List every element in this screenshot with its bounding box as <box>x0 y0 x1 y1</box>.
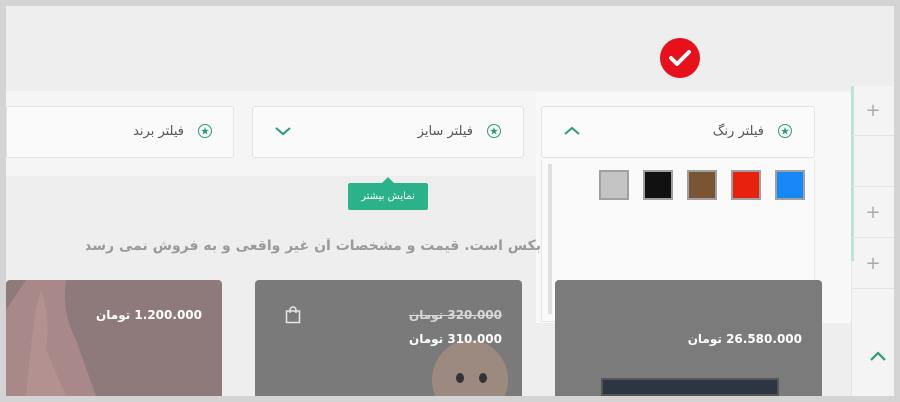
star-circle-icon <box>198 124 212 138</box>
product-old-price: 320.000 تومان <box>408 308 502 322</box>
color-swatch-red[interactable] <box>731 170 761 200</box>
product-card[interactable]: 26.580.000 تومان <box>555 280 822 396</box>
check-circle-icon <box>660 38 700 78</box>
chevron-up-icon[interactable] <box>562 121 582 141</box>
demo-notice: بکس است. قیمت و مشخصات آن غیر واقعی و به… <box>86 238 541 254</box>
star-circle-icon <box>778 124 792 138</box>
color-filter-label: فیلتر رنگ <box>712 124 764 139</box>
chevron-up-icon[interactable] <box>861 336 894 376</box>
plus-icon[interactable]: + <box>852 188 894 238</box>
plus-icon[interactable]: + <box>852 86 894 136</box>
product-price: 26.580.000 تومان <box>687 332 802 346</box>
product-image <box>6 280 96 396</box>
size-filter-label: فیلتر سایز <box>417 124 473 139</box>
color-swatch-brown[interactable] <box>687 170 717 200</box>
dropdown-scrollbar[interactable] <box>548 164 552 314</box>
side-rail-slot <box>852 137 894 187</box>
color-swatch-blue[interactable] <box>775 170 805 200</box>
shopping-bag-icon[interactable] <box>285 306 301 324</box>
plus-icon[interactable]: + <box>852 239 894 289</box>
brand-filter-label: فیلتر برند <box>133 124 184 139</box>
chevron-down-icon[interactable] <box>273 121 293 141</box>
show-more-tooltip[interactable]: نمایش بیشتر <box>348 177 428 210</box>
product-price: 310.000 تومان <box>408 332 502 346</box>
color-swatch-black[interactable] <box>643 170 673 200</box>
product-image <box>601 378 779 396</box>
product-price: 1.200.000 تومان <box>96 308 202 322</box>
product-card[interactable]: 1.200.000 تومان <box>6 280 222 396</box>
star-circle-icon <box>487 124 501 138</box>
brand-filter[interactable]: فیلتر برند <box>6 106 234 158</box>
product-card[interactable]: 320.000 تومان 310.000 تومان <box>255 280 522 396</box>
color-filter[interactable]: فیلتر رنگ <box>541 106 815 158</box>
color-swatch-gray[interactable] <box>599 170 629 200</box>
size-filter[interactable]: فیلتر سایز <box>252 106 524 158</box>
page-frame: فیلتر برند فیلتر سایز فیلتر رنگ نمایش بی… <box>6 6 894 396</box>
